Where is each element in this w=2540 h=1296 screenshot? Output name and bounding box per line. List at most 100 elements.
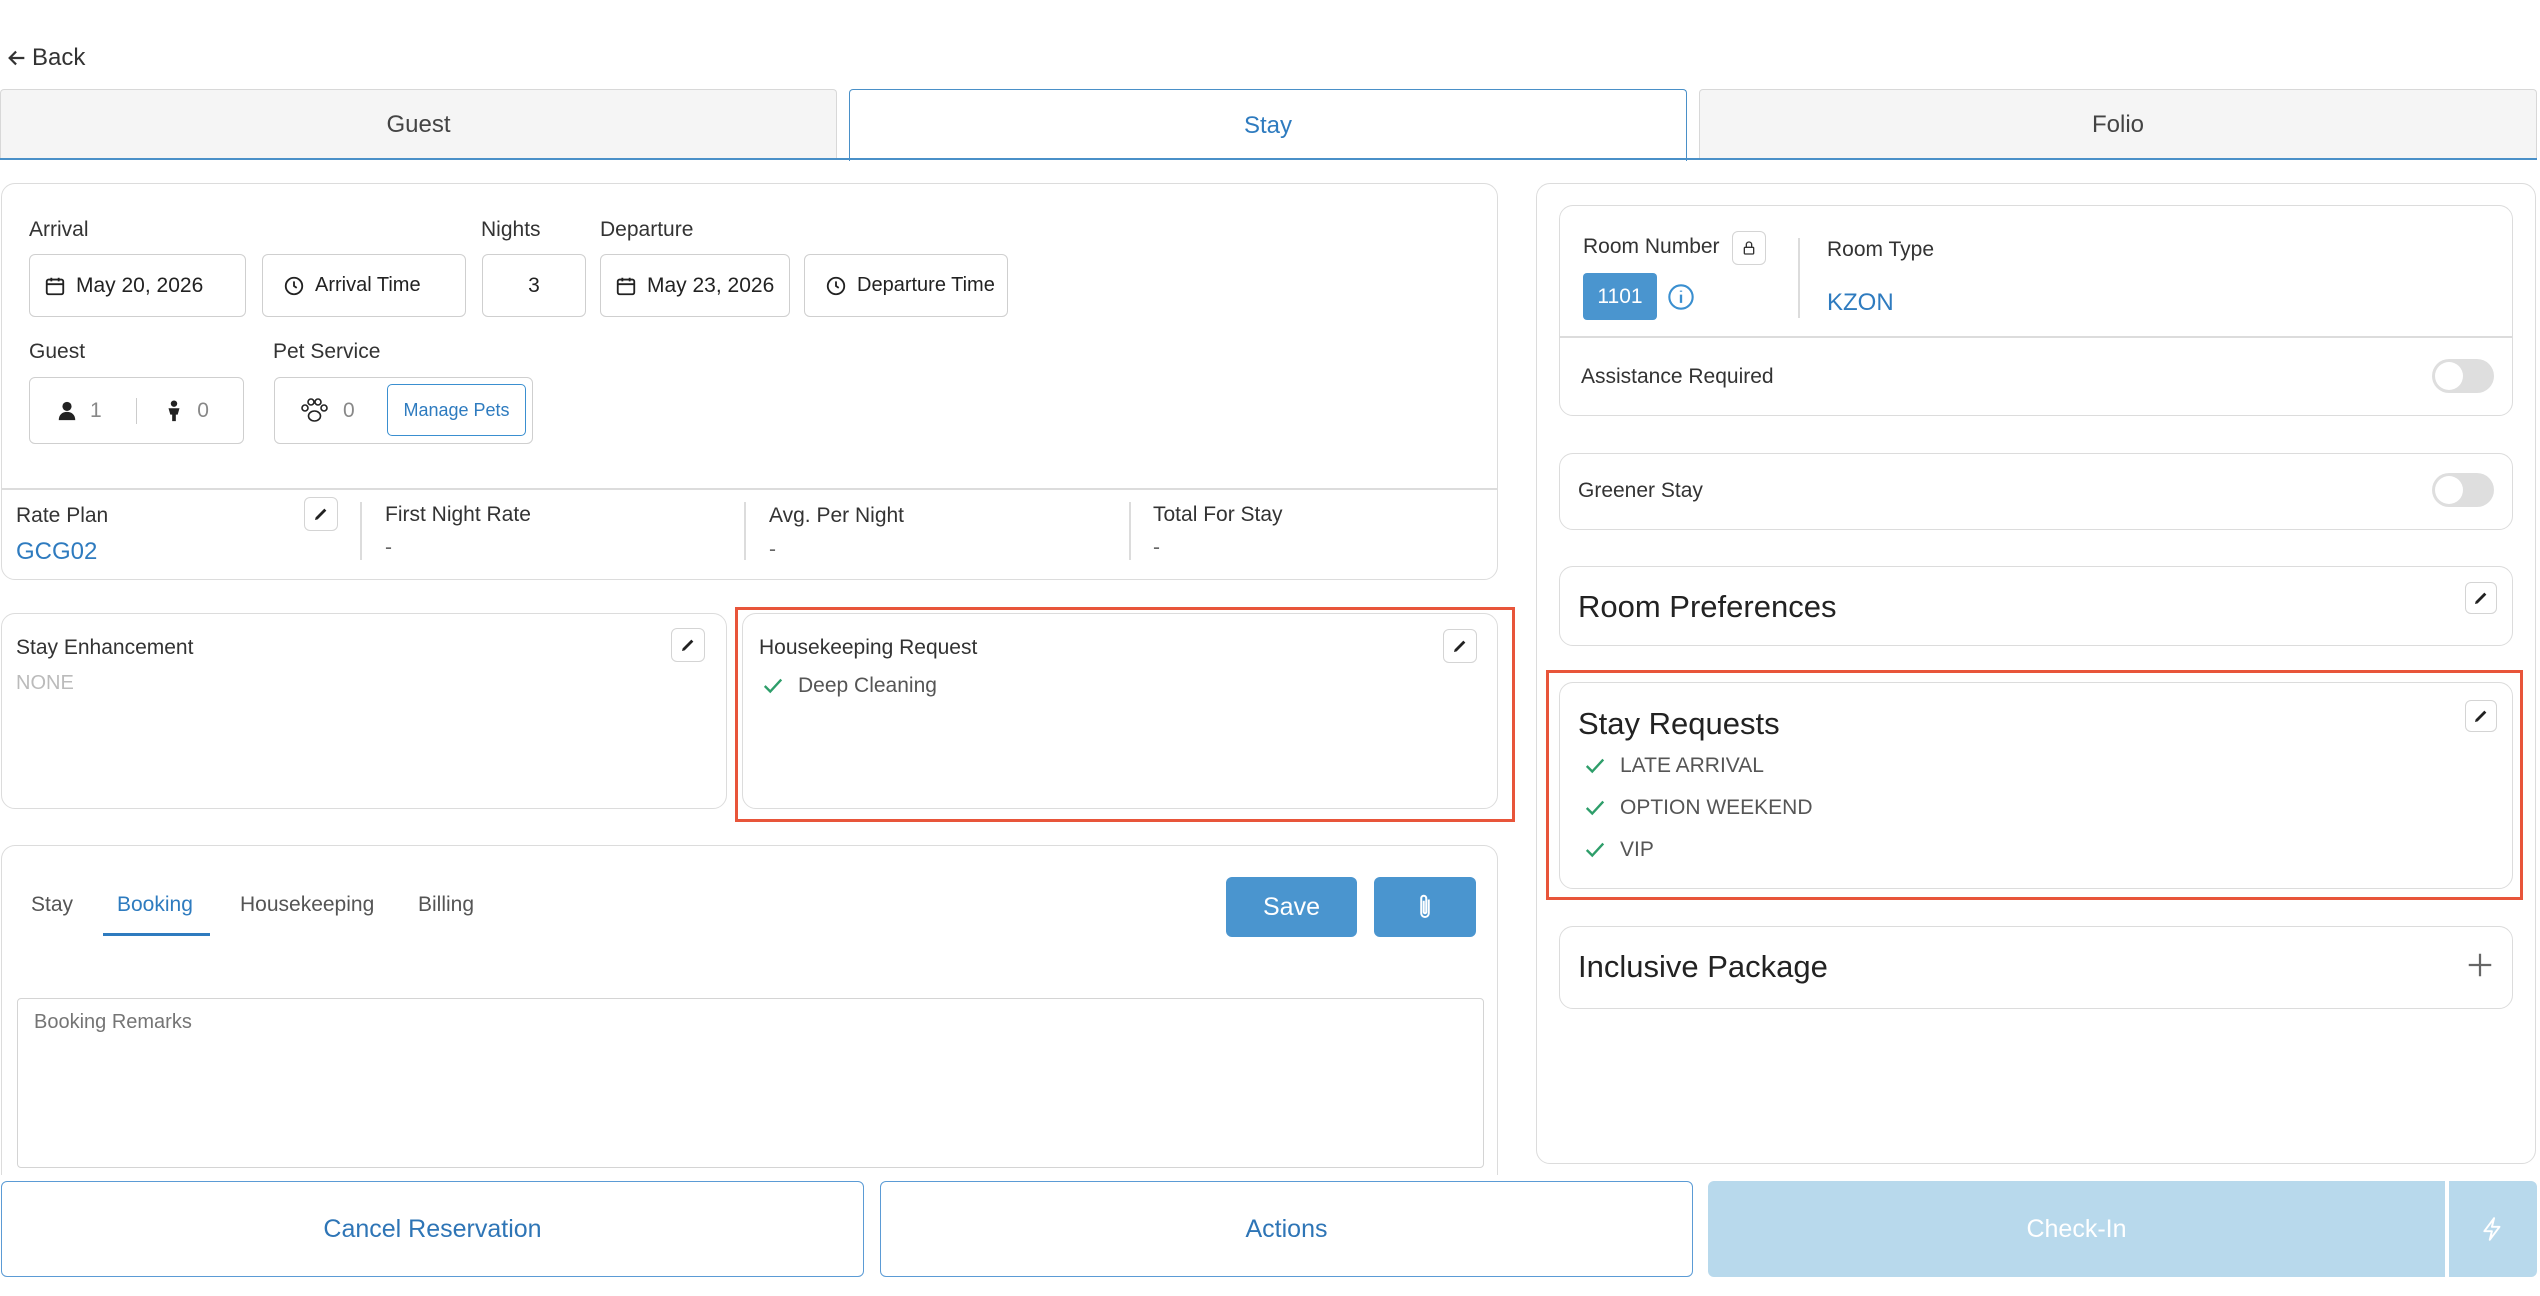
tab-guest-label: Guest xyxy=(386,110,451,138)
rates-divider xyxy=(1,488,1498,490)
actions-label: Actions xyxy=(1245,1214,1328,1243)
rate-divider xyxy=(744,502,746,560)
room-number-badge[interactable]: 1101 xyxy=(1583,273,1657,320)
greener-stay-label: Greener Stay xyxy=(1578,479,1703,502)
clock-icon xyxy=(826,276,846,295)
paperclip-icon xyxy=(1420,894,1430,918)
pencil-icon xyxy=(2475,710,2487,722)
info-icon[interactable] xyxy=(1667,283,1695,311)
arrival-time-label: Arrival Time xyxy=(315,274,421,296)
stay-request-label: VIP xyxy=(1620,838,1654,861)
departure-label: Departure xyxy=(600,218,694,241)
rate-divider xyxy=(1129,502,1131,560)
plus-icon[interactable] xyxy=(2465,950,2495,980)
check-icon xyxy=(1585,842,1605,858)
arrival-date-field[interactable]: May 20, 2026 xyxy=(29,254,246,317)
departure-date-value: May 23, 2026 xyxy=(647,273,775,297)
edit-stay-enhancement-button[interactable] xyxy=(671,628,705,662)
housekeeping-request-title: Housekeeping Request xyxy=(759,636,978,659)
rate-divider xyxy=(360,502,362,560)
adults-count: 1 xyxy=(90,398,102,422)
tab-stay[interactable]: Stay xyxy=(849,89,1687,161)
edit-rate-plan-button[interactable] xyxy=(304,497,338,531)
manage-pets-button[interactable]: Manage Pets xyxy=(387,384,526,436)
check-icon xyxy=(1585,800,1605,816)
pencil-icon xyxy=(2475,592,2487,604)
divider xyxy=(135,397,138,424)
departure-date-field[interactable]: May 23, 2026 xyxy=(600,254,790,317)
assistance-required-toggle[interactable] xyxy=(2432,359,2494,393)
remarks-tab-stay[interactable]: Stay xyxy=(31,893,73,917)
check-in-label: Check-In xyxy=(2026,1214,2127,1243)
back-label: Back xyxy=(32,44,86,71)
clock-icon xyxy=(284,276,304,295)
room-number-value: 1101 xyxy=(1597,284,1643,308)
adult-icon xyxy=(58,401,76,420)
stay-enhancement-title: Stay Enhancement xyxy=(16,636,194,659)
pencil-icon xyxy=(1454,640,1466,652)
housekeeping-item-label: Deep Cleaning xyxy=(798,674,937,697)
save-button[interactable]: Save xyxy=(1226,877,1357,937)
room-number-label: Room Number xyxy=(1583,235,1720,258)
attach-button[interactable] xyxy=(1374,877,1476,937)
tab-stay-label: Stay xyxy=(1243,111,1293,139)
stay-request-item: VIP xyxy=(1584,838,1654,862)
paw-icon xyxy=(301,397,328,422)
departure-time-label: Departure Time xyxy=(857,274,995,296)
lock-button[interactable] xyxy=(1732,231,1766,265)
guest-count-field[interactable]: 1 0 xyxy=(29,377,244,444)
arrival-time-field[interactable]: Arrival Time xyxy=(262,254,466,317)
booking-remarks-input[interactable] xyxy=(17,998,1484,1168)
rate-plan-label: Rate Plan xyxy=(16,504,109,527)
remarks-tab-billing[interactable]: Billing xyxy=(418,893,474,917)
remarks-tab-underline xyxy=(103,933,210,936)
remarks-tab-housekeeping[interactable]: Housekeeping xyxy=(240,893,374,917)
pencil-icon xyxy=(682,639,694,651)
remarks-tab-booking[interactable]: Booking xyxy=(117,893,193,917)
pencil-icon xyxy=(315,508,327,520)
pet-service-label: Pet Service xyxy=(273,340,381,363)
room-preferences-title: Room Preferences xyxy=(1578,589,1837,624)
tab-folio-label: Folio xyxy=(2091,110,2145,138)
assistance-required-label: Assistance Required xyxy=(1581,365,1774,388)
stay-enhancement-value: NONE xyxy=(16,672,74,694)
check-in-button[interactable]: Check-In xyxy=(1708,1181,2445,1277)
housekeeping-item: Deep Cleaning xyxy=(762,674,937,698)
stay-request-item: OPTION WEEKEND xyxy=(1584,796,1813,820)
check-icon xyxy=(763,678,783,694)
greener-stay-toggle[interactable] xyxy=(2432,473,2494,507)
edit-stay-requests-button[interactable] xyxy=(2465,700,2497,732)
save-label: Save xyxy=(1263,892,1320,921)
inclusive-package-title: Inclusive Package xyxy=(1578,949,1828,984)
tab-folio[interactable]: Folio xyxy=(1699,89,2537,159)
edit-room-preferences-button[interactable] xyxy=(2465,582,2497,614)
arrival-label: Arrival xyxy=(29,218,89,241)
cancel-reservation-button[interactable]: Cancel Reservation xyxy=(1,1181,864,1277)
stay-request-label: LATE ARRIVAL xyxy=(1620,754,1764,777)
quick-check-in-button[interactable] xyxy=(2449,1181,2537,1277)
avg-per-night-label: Avg. Per Night xyxy=(769,504,905,527)
check-icon xyxy=(1585,758,1605,774)
lightning-icon xyxy=(2483,1217,2501,1241)
room-type-label: Room Type xyxy=(1827,238,1934,261)
nights-value: 3 xyxy=(528,273,540,297)
room-divider xyxy=(1798,238,1800,318)
stay-requests-title: Stay Requests xyxy=(1578,706,1780,741)
arrival-date-value: May 20, 2026 xyxy=(76,273,204,297)
children-count: 0 xyxy=(197,398,209,422)
edit-housekeeping-button[interactable] xyxy=(1443,629,1477,663)
total-for-stay-label: Total For Stay xyxy=(1153,503,1283,526)
tabs-underline xyxy=(0,158,2537,160)
stay-request-item: LATE ARRIVAL xyxy=(1584,754,1764,778)
calendar-icon xyxy=(616,277,636,295)
first-night-value: - xyxy=(385,536,392,559)
arrow-left-icon xyxy=(8,50,25,66)
nights-field[interactable]: 3 xyxy=(482,254,586,317)
rate-plan-value[interactable]: GCG02 xyxy=(16,538,97,566)
room-type-value[interactable]: KZON xyxy=(1827,289,1894,317)
departure-time-field[interactable]: Departure Time xyxy=(804,254,1008,317)
avg-per-night-value: - xyxy=(769,538,776,561)
back-link[interactable]: Back xyxy=(6,44,85,72)
tab-guest[interactable]: Guest xyxy=(0,89,837,159)
actions-button[interactable]: Actions xyxy=(880,1181,1693,1277)
